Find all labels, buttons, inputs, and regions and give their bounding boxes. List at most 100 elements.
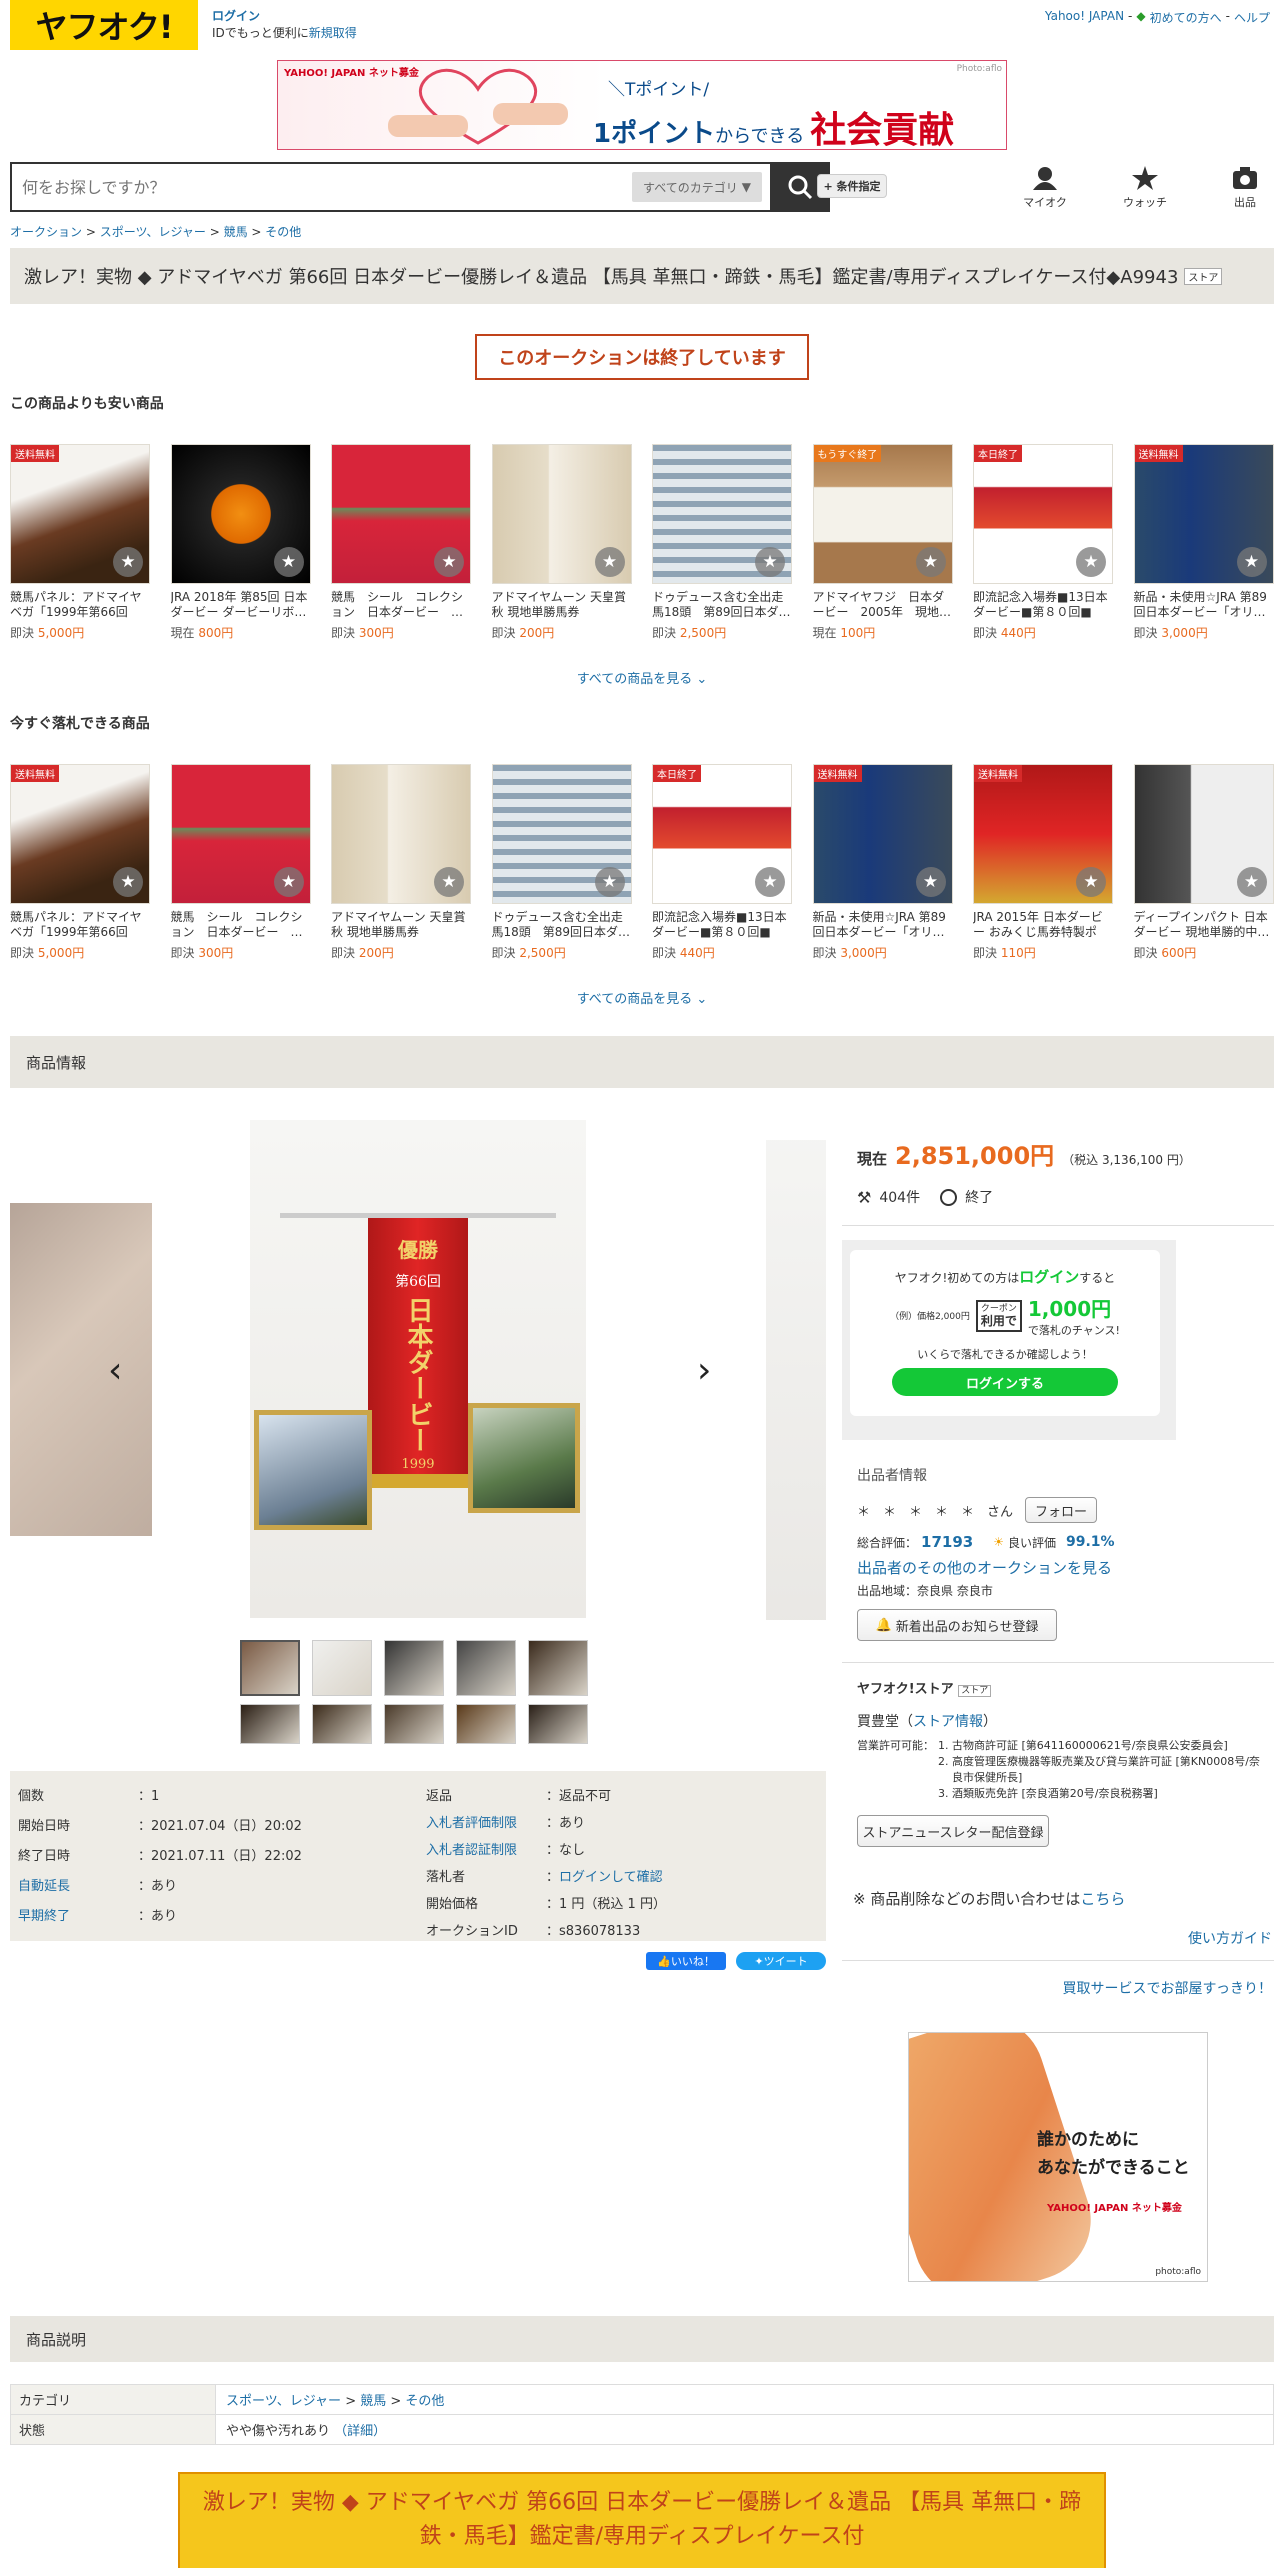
- thumbnail[interactable]: [312, 1640, 372, 1696]
- carousel-prev-button[interactable]: ‹: [108, 1350, 122, 1391]
- item-image[interactable]: ★: [170, 764, 311, 904]
- seller-other-auctions-link[interactable]: 出品者のその他のオークションを見る: [857, 1557, 1267, 1578]
- item-title[interactable]: 新品・未使用☆JRA 第89回日本ダービー「オリ…: [1134, 590, 1274, 620]
- seller-rating[interactable]: 17193: [921, 1533, 973, 1551]
- cheaper-item-card[interactable]: ★ JRA 2018年 第85回 日本ダービー ダービーリボ… 現在 800円: [170, 444, 311, 641]
- carousel-next-button[interactable]: ›: [697, 1350, 711, 1391]
- watch-star-icon[interactable]: ★: [915, 867, 946, 897]
- detail-key[interactable]: 自動延長: [10, 1871, 130, 1901]
- watch-star-icon[interactable]: ★: [1236, 547, 1267, 577]
- watch-button[interactable]: ウォッチ: [1110, 166, 1180, 210]
- buynow-item-card[interactable]: 送料無料 ★ JRA 2015年 日本ダービー おみくじ馬券特製ポチ… 即決 110円: [973, 764, 1113, 961]
- watch-star-icon[interactable]: ★: [273, 547, 304, 577]
- store-info-link[interactable]: ストア情報: [913, 1714, 983, 1730]
- thumbnail[interactable]: [384, 1640, 444, 1696]
- watch-star-icon[interactable]: ★: [434, 867, 464, 897]
- desc-category-other[interactable]: その他: [405, 2394, 444, 2409]
- breadcrumb-sports[interactable]: スポーツ、レジャー: [100, 225, 206, 239]
- watch-star-icon[interactable]: ★: [1236, 867, 1267, 897]
- item-title[interactable]: 競馬パネル：アドマイヤベガ「1999年第66回東…: [10, 910, 150, 940]
- watch-star-icon[interactable]: ★: [1076, 547, 1106, 577]
- contact-link[interactable]: こちら: [1080, 1890, 1125, 1908]
- breadcrumb-other[interactable]: その他: [265, 225, 301, 239]
- watch-star-icon[interactable]: ★: [755, 867, 785, 897]
- item-title[interactable]: 新品・未使用☆JRA 第89回日本ダービー「オリ…: [813, 910, 953, 940]
- buynow-item-card[interactable]: ★ アドマイヤムーン 天皇賞秋 現地単勝馬券 即決 200円: [331, 764, 471, 961]
- thumbnail[interactable]: [456, 1640, 516, 1696]
- cheaper-item-card[interactable]: ★ アドマイヤムーン 天皇賞秋 現地単勝馬券 即決 200円: [491, 444, 632, 641]
- donation-banner[interactable]: YAHOO! JAPAN ネット募金 Photo:aflo ＼Tポイント/ 1ポ…: [277, 60, 1007, 150]
- promo-login-link[interactable]: ログイン: [1019, 1268, 1079, 1286]
- promo-login-button[interactable]: ログインする: [892, 1368, 1118, 1396]
- guide-link[interactable]: 使い方ガイド: [1188, 1928, 1272, 1948]
- item-title[interactable]: アドマイヤムーン 天皇賞秋 現地単勝馬券: [331, 910, 471, 940]
- thumbnail[interactable]: [528, 1704, 588, 1744]
- thumbnail[interactable]: [240, 1640, 300, 1696]
- watch-star-icon[interactable]: ★: [594, 867, 625, 897]
- facebook-like-button[interactable]: 👍 いいね！: [646, 1952, 726, 1970]
- thumbnail[interactable]: [456, 1704, 516, 1744]
- watch-star-icon[interactable]: ★: [434, 547, 464, 577]
- follow-button[interactable]: フォロー: [1025, 1497, 1098, 1523]
- item-title[interactable]: ディープインパクト 日本ダービー 現地単勝的中…: [1134, 910, 1274, 940]
- search-input[interactable]: [12, 165, 632, 209]
- item-image[interactable]: 本日終了 ★: [652, 764, 792, 904]
- item-image[interactable]: ★: [491, 764, 632, 904]
- breadcrumb-keiba[interactable]: 競馬: [224, 225, 248, 239]
- category-select[interactable]: すべてのカテゴリ ▼: [632, 172, 762, 202]
- top-link-yahoo[interactable]: Yahoo! JAPAN: [1045, 9, 1124, 26]
- thumbnail[interactable]: [240, 1704, 300, 1744]
- logo[interactable]: ヤフオク!: [10, 0, 198, 50]
- cheaper-item-card[interactable]: もうすぐ終了 ★ アドマイヤフジ 日本ダービー 2005年 現地… 現在 100円: [812, 444, 953, 641]
- watch-star-icon[interactable]: ★: [915, 547, 946, 577]
- donation-ad[interactable]: 誰かのために あなたができること YAHOO! JAPAN ネット募金 phot…: [908, 2032, 1208, 2282]
- bid-count[interactable]: 404件: [879, 1187, 920, 1207]
- cheaper-see-all[interactable]: すべての商品を見る ⌄: [0, 668, 1284, 687]
- buynow-item-card[interactable]: 本日終了 ★ 即流記念入場券■13日本ダービー■第８０回■勝… 即決 440円: [652, 764, 792, 961]
- desc-category-sports[interactable]: スポーツ、レジャー: [226, 2394, 341, 2409]
- login-link[interactable]: ログイン: [212, 9, 260, 23]
- item-image[interactable]: もうすぐ終了 ★: [812, 444, 953, 584]
- breadcrumb-auction[interactable]: オークション: [10, 225, 82, 239]
- thumbnail[interactable]: [312, 1704, 372, 1744]
- thumbnail[interactable]: [528, 1640, 588, 1696]
- watch-star-icon[interactable]: ★: [273, 867, 304, 897]
- item-title[interactable]: JRA 2015年 日本ダービー おみくじ馬券特製ポチ…: [973, 910, 1113, 940]
- item-image[interactable]: ★: [170, 444, 311, 584]
- item-image[interactable]: ★: [331, 444, 471, 584]
- thumbnail[interactable]: [384, 1704, 444, 1744]
- item-title[interactable]: 競馬パネル：アドマイヤベガ「1999年第66回東…: [10, 590, 150, 620]
- cheaper-item-card[interactable]: ★ ドゥデュース含む全出走馬18頭 第89回日本ダ… 即決 2,500円: [652, 444, 792, 641]
- item-image[interactable]: 本日終了 ★: [973, 444, 1113, 584]
- item-image[interactable]: ★: [491, 444, 632, 584]
- myauc-button[interactable]: マイオク: [1010, 166, 1080, 210]
- cheaper-item-card[interactable]: 送料無料 ★ 競馬パネル：アドマイヤベガ「1999年第66回東… 即決 5,000円: [10, 444, 150, 641]
- item-title[interactable]: アドマイヤフジ 日本ダービー 2005年 現地…: [813, 590, 953, 620]
- watch-star-icon[interactable]: ★: [113, 867, 143, 897]
- condition-detail-link[interactable]: （詳細）: [334, 2424, 386, 2439]
- item-title[interactable]: JRA 2018年 第85回 日本ダービー ダービーリボ…: [171, 590, 311, 620]
- sell-button[interactable]: 出品: [1210, 166, 1280, 210]
- watch-star-icon[interactable]: ★: [113, 547, 143, 577]
- watch-star-icon[interactable]: ★: [1076, 867, 1106, 897]
- buynow-item-card[interactable]: ★ ドゥデュース含む全出走馬18頭 第89回日本ダ… 即決 2,500円: [491, 764, 632, 961]
- watch-star-icon[interactable]: ★: [755, 547, 785, 577]
- buynow-item-card[interactable]: ★ ディープインパクト 日本ダービー 現地単勝的中… 即決 600円: [1133, 764, 1274, 961]
- new-listing-notify-button[interactable]: 🔔 新着出品のお知らせ登録: [857, 1609, 1057, 1641]
- item-title[interactable]: ドゥデュース含む全出走馬18頭 第89回日本ダ…: [492, 910, 632, 940]
- item-title[interactable]: 即流記念入場券■13日本ダービー■第８０回■勝…: [652, 910, 792, 940]
- buynow-item-card[interactable]: ★ 競馬 シール コレクション 日本ダービー … 即決 300円: [170, 764, 311, 961]
- item-title[interactable]: ドゥデュース含む全出走馬18頭 第89回日本ダ…: [652, 590, 792, 620]
- item-title[interactable]: 即流記念入場券■13日本ダービー■第８０回■勝…: [973, 590, 1113, 620]
- buynow-item-card[interactable]: 送料無料 ★ 競馬パネル：アドマイヤベガ「1999年第66回東… 即決 5,000円: [10, 764, 150, 961]
- item-image[interactable]: 送料無料 ★: [10, 444, 150, 584]
- cheaper-item-card[interactable]: 本日終了 ★ 即流記念入場券■13日本ダービー■第８０回■勝… 即決 440円: [973, 444, 1113, 641]
- signup-link[interactable]: 新規取得: [309, 26, 357, 40]
- item-image[interactable]: ★: [1133, 764, 1274, 904]
- cheaper-item-card[interactable]: ★ 競馬 シール コレクション 日本ダービー … 即決 300円: [331, 444, 471, 641]
- detail-key[interactable]: 早期終了: [10, 1901, 130, 1931]
- detail-key[interactable]: 入札者認証制限: [418, 1835, 538, 1862]
- item-image[interactable]: 送料無料 ★: [812, 764, 953, 904]
- item-title[interactable]: アドマイヤムーン 天皇賞秋 現地単勝馬券: [492, 590, 632, 620]
- watch-star-icon[interactable]: ★: [594, 547, 625, 577]
